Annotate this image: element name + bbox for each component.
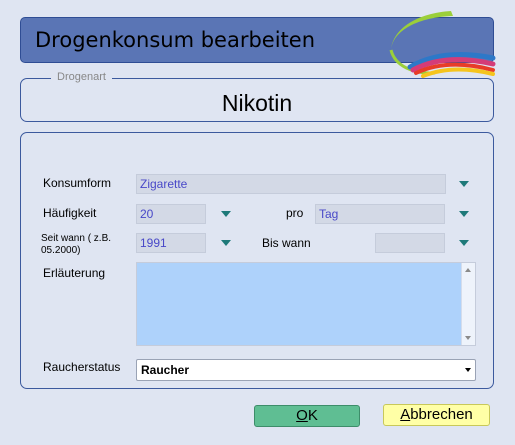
consumption-details-group [20,132,494,389]
ok-button[interactable]: OK [254,405,360,427]
ok-mnemonic: O [296,407,308,424]
raucherstatus-label: Raucherstatus [43,360,121,374]
pro-dropdown-icon[interactable] [459,211,469,217]
ok-label-rest: K [307,407,318,424]
window-title: Drogenkonsum bearbeiten [35,28,316,52]
cancel-mnemonic: A [400,406,411,423]
seit-wann-dropdown-icon[interactable] [221,240,231,246]
scroll-up-icon[interactable] [465,268,471,272]
seit-wann-field[interactable]: 1991 [136,233,206,253]
cancel-button[interactable]: Abbrechen [383,404,490,426]
erlaeuterung-label: Erläuterung [43,266,106,280]
chevron-down-icon [465,368,471,372]
pro-field[interactable]: Tag [315,204,445,224]
rainbow-swoosh-logo [389,11,496,78]
konsumform-label: Konsumform [43,176,112,190]
konsumform-dropdown-icon[interactable] [459,181,469,187]
drug-name: Nikotin [221,90,293,116]
drug-type-group: Drogenart Nikotin [20,71,494,122]
bis-wann-field[interactable] [375,233,445,253]
seit-wann-label: Seit wann ( z.B. 05.2000) [41,233,112,256]
drug-type-legend: Drogenart [51,71,112,83]
bis-wann-dropdown-icon[interactable] [459,240,469,246]
bis-wann-label: Bis wann [262,236,311,250]
scroll-down-icon[interactable] [465,336,471,340]
erlaeuterung-textarea[interactable] [136,262,476,346]
pro-label: pro [286,206,304,220]
haeufigkeit-dropdown-icon[interactable] [221,211,231,217]
cancel-label-rest: bbrechen [410,406,473,423]
raucherstatus-select[interactable]: Raucher [136,359,476,381]
konsumform-field[interactable]: Zigarette [136,174,446,194]
haeufigkeit-field[interactable]: 20 [136,204,206,224]
raucherstatus-value: Raucher [141,363,190,377]
haeufigkeit-label: Häufigkeit [43,206,97,220]
textarea-scrollbar[interactable] [461,263,475,345]
